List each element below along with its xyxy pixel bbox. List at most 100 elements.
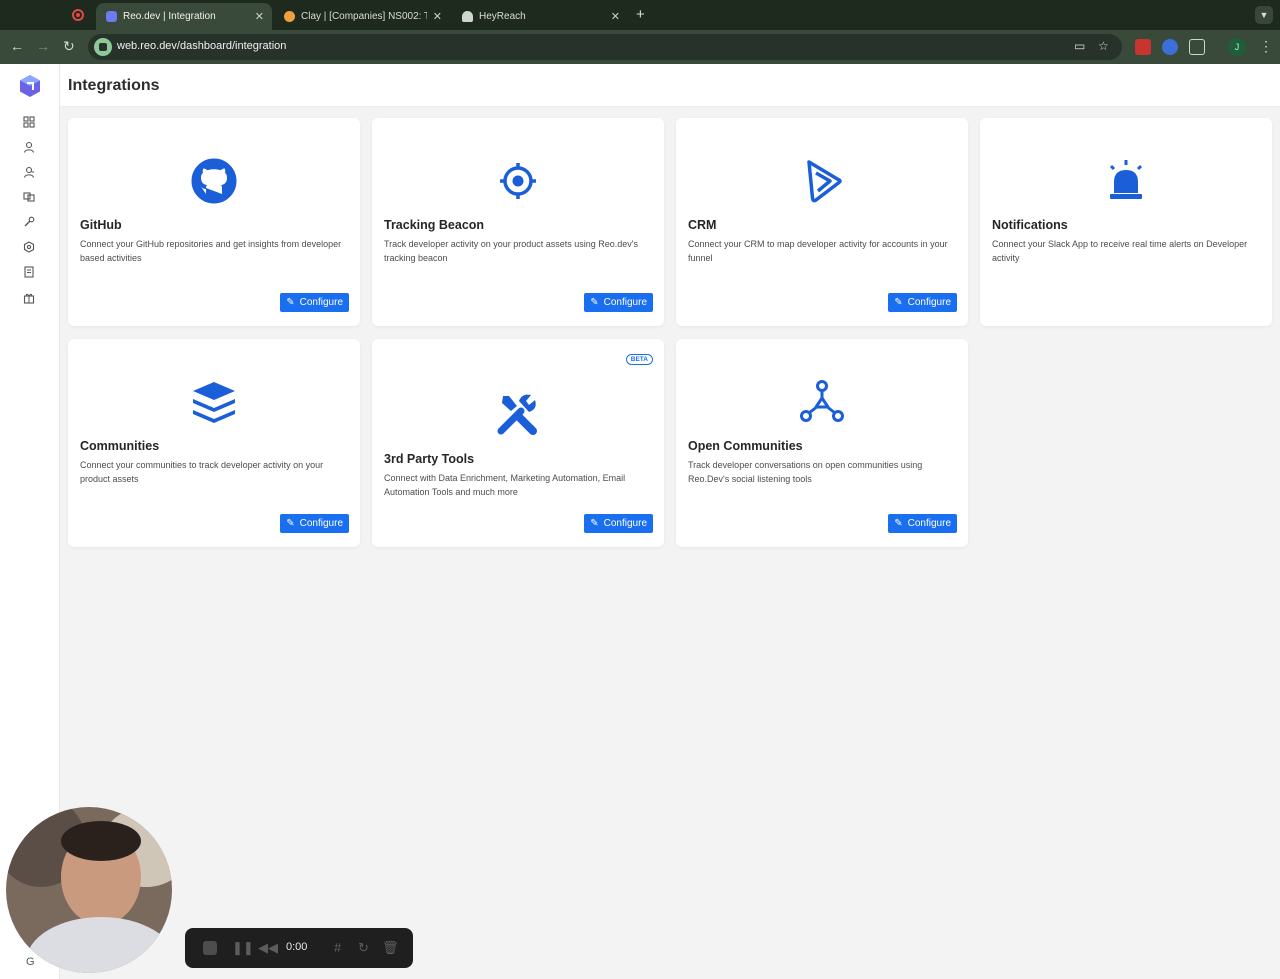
address-bar[interactable]: web.reo.dev/dashboard/integration ▭ ☆ [88,34,1122,60]
stop-icon[interactable] [203,941,217,955]
rewind-icon[interactable]: ◀◀ [258,940,278,956]
settings-icon[interactable] [23,240,35,253]
google-icon: G [26,956,35,968]
card-title: Open Communities [688,439,803,453]
card-title: CRM [688,218,717,232]
card-title: GitHub [80,218,122,232]
browser-tab-clay[interactable]: Clay | [Companies] NS002: T... ✕ [274,3,450,30]
trash-icon[interactable]: 🗑 [382,940,399,956]
integration-card-github: GitHub Connect your GitHub repositories … [68,118,360,326]
tab-label: HeyReach [479,11,526,22]
tab-label: Reo.dev | Integration [123,11,216,22]
configure-label: Configure [603,297,647,308]
webcam-overlay [6,807,172,973]
page-header: Integrations [60,64,1280,107]
edit-pencil-icon: ✎ [590,297,599,308]
profile-initial: J [1234,42,1240,52]
configure-button[interactable]: ✎ Configure [584,514,653,533]
restart-icon[interactable]: ↻ [358,940,369,956]
card-description: Connect your communities to track develo… [80,460,324,484]
forward-arrow-icon[interactable]: → [36,38,50,54]
configure-button[interactable]: ✎ Configure [888,293,957,312]
configure-label: Configure [299,297,343,308]
close-icon[interactable]: ✕ [611,10,620,23]
grid-icon[interactable]: # [334,940,341,956]
configure-label: Configure [907,518,951,529]
url-text[interactable]: web.reo.dev/dashboard/integration [117,40,286,52]
integration-card-communities: Communities Connect your communities to … [68,339,360,547]
card-description: Connect your Slack App to receive real t… [992,239,1248,263]
tab-label: Clay | [Companies] NS002: T... [301,11,427,22]
accounts-icon[interactable] [23,190,35,202]
integration-card-crm: CRM Connect your CRM to map developer ac… [676,118,968,326]
card-description: Track developer conversations on open co… [688,460,923,484]
heyreach-favicon-icon [462,11,473,22]
gift-icon[interactable] [23,291,35,304]
user-icon[interactable] [23,140,35,153]
edit-pencil-icon: ✎ [894,297,903,308]
target-icon [495,158,541,204]
card-description: Connect your CRM to map developer activi… [688,239,948,263]
clay-favicon-icon [284,11,295,22]
dashboard-grid-icon[interactable] [23,115,35,128]
configure-button[interactable]: ✎ Configure [280,293,349,312]
extensions-puzzle-icon[interactable] [1189,39,1205,55]
integrations-icon[interactable] [23,215,35,227]
extension-blue-icon[interactable] [1162,39,1178,55]
browser-tab-reo[interactable]: Reo.dev | Integration ✕ [96,3,272,30]
recording-indicator-icon [72,9,84,21]
integration-card-3rd-party-tools: BETA 3rd Party Tools Connect with Data E… [372,339,664,547]
card-description: Connect with Data Enrichment, Marketing … [384,473,626,497]
card-title: 3rd Party Tools [384,452,475,466]
configure-label: Configure [299,518,343,529]
card-description: Track developer activity on your product… [384,239,639,263]
edit-pencil-icon: ✎ [894,518,903,529]
browser-tab-bar: Reo.dev | Integration ✕ Clay | [Companie… [0,0,1280,30]
close-icon[interactable]: ✕ [433,10,442,23]
configure-button[interactable]: ✎ Configure [584,293,653,312]
configure-button[interactable]: ✎ Configure [888,514,957,533]
app-root: Integrations GitHub Connect your GitHub … [0,64,1280,979]
developer-user-icon[interactable] [23,165,35,178]
layers-icon [191,379,237,425]
browser-toolbar: ← → ↻ web.reo.dev/dashboard/integration … [0,30,1280,64]
siren-icon [1103,158,1149,204]
tab-search-chevron-icon[interactable]: ▼ [1255,6,1273,24]
tools-icon [495,391,541,437]
cast-icon[interactable]: ▭ [1074,39,1085,53]
reo-favicon-icon [106,11,117,22]
extension-red-icon[interactable] [1135,39,1151,55]
beta-badge: BETA [625,354,653,365]
new-tab-icon[interactable]: + [636,6,645,23]
profile-avatar[interactable]: J [1228,38,1246,56]
card-title: Communities [80,439,160,453]
page-title: Integrations [68,77,160,94]
integration-card-tracking-beacon: Tracking Beacon Track developer activity… [372,118,664,326]
kebab-menu-icon[interactable]: ⋮ [1259,38,1273,54]
webcam-shirt [26,917,172,973]
integration-card-notifications: Notifications Connect your Slack App to … [980,118,1272,326]
card-title: Notifications [992,218,1068,232]
reload-icon[interactable]: ↻ [63,38,75,54]
configure-label: Configure [907,297,951,308]
edit-pencil-icon: ✎ [286,297,295,308]
configure-button[interactable]: ✎ Configure [280,514,349,533]
site-info-icon[interactable] [94,38,112,56]
pause-icon[interactable]: ❚❚ [232,940,254,956]
edit-pencil-icon: ✎ [286,518,295,529]
bookmark-star-icon[interactable]: ☆ [1098,39,1109,53]
browser-tab-heyreach[interactable]: HeyReach ✕ [452,3,628,30]
close-icon[interactable]: ✕ [255,10,264,23]
card-description: Connect your GitHub repositories and get… [80,239,342,263]
recording-time: 0:00 [286,941,308,953]
webcam-hair [61,821,141,861]
configure-label: Configure [603,518,647,529]
reports-icon[interactable] [23,265,35,278]
play-icon [799,158,845,204]
back-arrow-icon[interactable]: ← [10,38,24,54]
edit-pencil-icon: ✎ [590,518,599,529]
network-icon [799,379,845,425]
integration-card-open-communities: Open Communities Track developer convers… [676,339,968,547]
screen-recorder-bar: ❚❚ ◀◀ 0:00 # ↻ 🗑 [185,928,413,968]
reo-logo-icon[interactable] [19,74,41,98]
